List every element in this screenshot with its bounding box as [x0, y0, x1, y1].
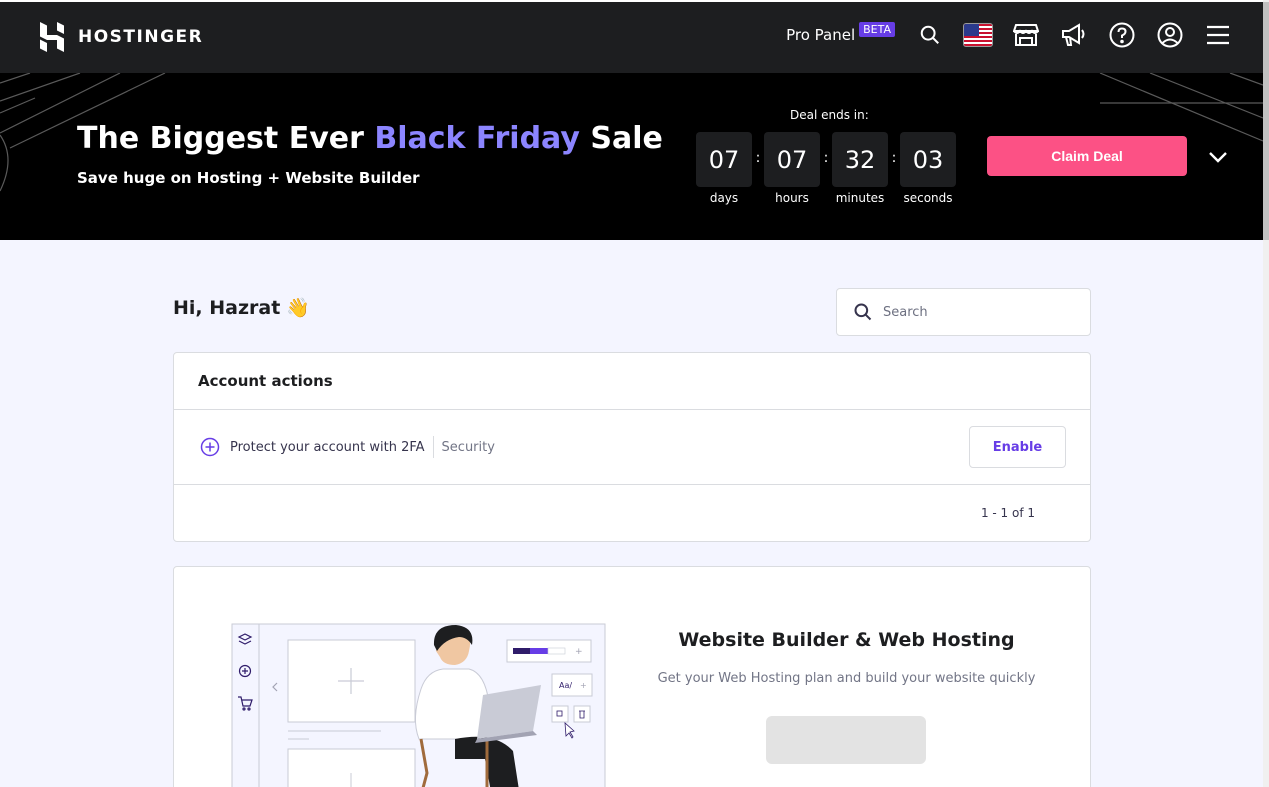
countdown-minutes: 32 minutes: [832, 132, 888, 205]
megaphone-icon[interactable]: [1059, 20, 1089, 50]
search-icon: [854, 303, 872, 321]
black-friday-banner: The Biggest Ever Black Friday Sale Save …: [0, 73, 1263, 240]
countdown-days: 07 days: [696, 132, 752, 205]
logo-text: HOSTINGER: [78, 27, 204, 47]
countdown-hours-label: hours: [775, 191, 809, 205]
svg-text:+: +: [575, 647, 583, 657]
countdown-timer: 07 days : 07 hours : 32 minutes : 03 sec…: [696, 132, 956, 205]
scrollbar-thumb[interactable]: [1263, 2, 1269, 240]
countdown-days-value: 07: [696, 132, 752, 187]
countdown-seconds-value: 03: [900, 132, 956, 187]
countdown-days-label: days: [709, 191, 739, 205]
action-text: Protect your account with 2FA: [230, 439, 425, 455]
countdown-separator: :: [891, 150, 897, 166]
countdown-separator: :: [823, 150, 829, 166]
enable-2fa-button[interactable]: Enable: [969, 426, 1066, 468]
search-icon[interactable]: [915, 20, 945, 50]
flag-us-icon[interactable]: [963, 20, 993, 50]
deal-ends-label: Deal ends in:: [790, 108, 869, 122]
countdown-minutes-label: minutes: [835, 191, 885, 205]
search-box[interactable]: [836, 288, 1091, 336]
chevron-down-icon[interactable]: [1206, 145, 1230, 169]
banner-subline: Save huge on Hosting + Website Builder: [77, 169, 420, 187]
greeting: Hi, Hazrat 👋: [173, 296, 310, 320]
banner-headline: The Biggest Ever Black Friday Sale: [77, 121, 663, 156]
pro-panel-link[interactable]: Pro Panel BETA: [786, 22, 895, 44]
promo-subtitle: Get your Web Hosting plan and build your…: [657, 671, 1036, 686]
svg-text:+: +: [580, 681, 587, 690]
action-divider: [432, 436, 434, 458]
website-builder-illustration: + Aa/ +: [231, 623, 606, 787]
countdown-seconds: 03 seconds: [900, 132, 956, 205]
claim-deal-button[interactable]: Claim Deal: [987, 136, 1187, 176]
account-actions-title: Account actions: [174, 353, 1090, 410]
hostinger-logo-icon: [40, 22, 64, 52]
scrollbar[interactable]: [1263, 0, 1269, 787]
action-row-2fa: Protect your account with 2FA Security E…: [174, 410, 1090, 485]
account-icon[interactable]: [1155, 20, 1185, 50]
illus-font-label: Aa/: [559, 681, 572, 690]
headline-post: Sale: [579, 121, 663, 156]
hostinger-logo[interactable]: HOSTINGER: [38, 22, 203, 52]
headline-pre: The Biggest Ever: [77, 121, 375, 156]
help-icon[interactable]: [1107, 20, 1137, 50]
pagination: 1 - 1 of 1: [980, 506, 1035, 520]
account-actions-card: Account actions Protect your account wit…: [173, 352, 1091, 542]
countdown-seconds-label: seconds: [903, 191, 953, 205]
plus-circle-icon: [200, 437, 220, 457]
pro-panel-label: Pro Panel: [786, 26, 856, 44]
store-icon[interactable]: [1011, 20, 1041, 50]
greeting-text: Hi, Hazrat: [173, 296, 281, 319]
promo-cta-button[interactable]: [766, 716, 926, 764]
countdown-hours-value: 07: [764, 132, 820, 187]
headline-accent: Black Friday: [374, 121, 580, 156]
countdown-minutes-value: 32: [832, 132, 888, 187]
countdown-separator: :: [755, 150, 761, 166]
action-tag: Security: [441, 439, 495, 455]
promo-title: Website Builder & Web Hosting: [678, 629, 1015, 651]
menu-icon[interactable]: [1203, 20, 1233, 50]
waving-hand-icon: 👋: [286, 297, 310, 319]
search-input[interactable]: [883, 304, 1063, 320]
beta-badge: BETA: [859, 22, 895, 37]
nav-right: Pro Panel BETA: [786, 20, 1233, 50]
website-builder-promo-card: + Aa/ + Website Builder & Web Hosting Ge…: [173, 566, 1091, 787]
countdown-hours: 07 hours: [764, 132, 820, 205]
top-nav: HOSTINGER Pro Panel BETA: [0, 0, 1263, 73]
